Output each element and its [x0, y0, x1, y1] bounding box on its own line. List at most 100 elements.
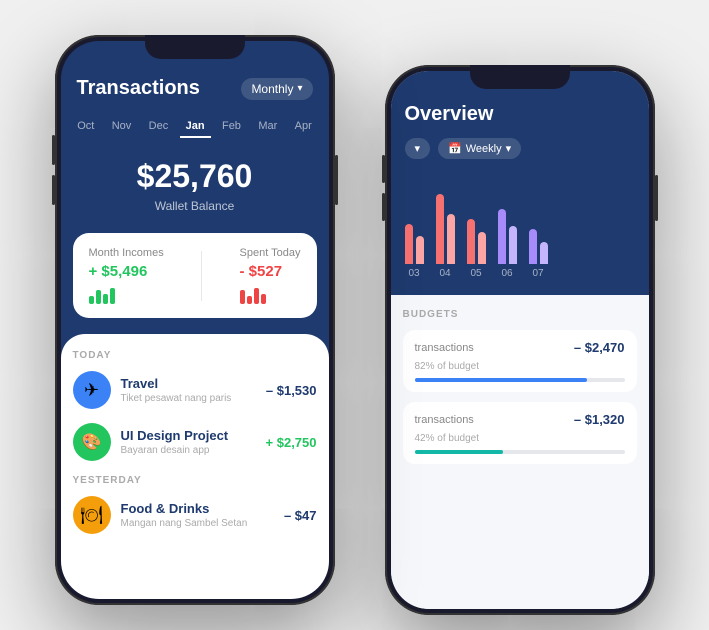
bar-07-b: [540, 242, 548, 264]
bar1: [89, 296, 94, 304]
budget-cat-2: transactions: [415, 414, 474, 426]
chart-group-04: 04: [436, 194, 455, 279]
left-notch: [145, 35, 245, 59]
bar3: [103, 294, 108, 304]
transaction-travel: ✈ Travel Tiket pesawat nang paris – $1,5…: [73, 371, 317, 409]
yesterday-label: YESTERDAY: [73, 475, 317, 486]
design-amount: + $2,750: [266, 435, 317, 450]
chart-area: 03 04 05: [391, 175, 649, 295]
chevron-down-icon2: ▾: [506, 142, 512, 155]
left-content: Transactions Monthly ▾ Oct Nov Dec Jan F…: [61, 41, 329, 599]
tab-oct[interactable]: Oct: [71, 116, 100, 138]
food-icon: 🍽: [73, 496, 111, 534]
today-label: TODAY: [73, 350, 317, 361]
calendar-icon: 📅: [448, 142, 462, 155]
bars-06: [498, 209, 517, 264]
rbar3: [254, 288, 259, 304]
travel-info: Travel Tiket pesawat nang paris: [121, 376, 256, 404]
stat-divider: [201, 251, 202, 301]
bar-03-a: [405, 224, 413, 264]
monthly-label: Monthly: [251, 82, 293, 96]
transaction-food: 🍽 Food & Drinks Mangan nang Sambel Setan…: [73, 496, 317, 534]
progress-fill-1: [415, 378, 587, 382]
food-name: Food & Drinks: [121, 501, 274, 516]
income-label: Month Incomes: [89, 247, 164, 259]
food-amount: – $47: [284, 508, 317, 523]
label-03: 03: [408, 268, 419, 279]
progress-bar-2: [415, 450, 625, 454]
design-sub: Bayaran desain app: [121, 445, 256, 456]
tab-dec[interactable]: Dec: [143, 116, 175, 138]
right-content: Overview ▾ 📅 Weekly ▾: [391, 71, 649, 609]
design-name: UI Design Project: [121, 428, 256, 443]
chart-group-07: 07: [529, 229, 548, 279]
design-icon: 🎨: [73, 423, 111, 461]
tab-mar[interactable]: Mar: [252, 116, 283, 138]
travel-sub: Tiket pesawat nang paris: [121, 393, 256, 404]
budget-row-2: transactions – $1,320: [415, 412, 625, 427]
expense-chart-icon: [240, 288, 301, 304]
travel-icon: ✈: [73, 371, 111, 409]
left-phone: Transactions Monthly ▾ Oct Nov Dec Jan F…: [55, 35, 335, 605]
right-phone-screen: Overview ▾ 📅 Weekly ▾: [391, 71, 649, 609]
balance-label: Wallet Balance: [77, 199, 313, 213]
transactions-list: TODAY ✈ Travel Tiket pesawat nang paris …: [61, 334, 329, 599]
budget-amount-1: – $2,470: [574, 340, 625, 355]
travel-amount: – $1,530: [266, 383, 317, 398]
bars-07: [529, 229, 548, 264]
budget-pct-2: 42% of budget: [415, 433, 480, 444]
monthly-button[interactable]: Monthly ▾: [241, 78, 312, 100]
rbar1: [240, 290, 245, 304]
chart-group-06: 06: [498, 209, 517, 279]
income-chart-icon: [89, 288, 164, 304]
stats-card: Month Incomes + $5,496 Spent Today - $52…: [73, 233, 317, 318]
chevron-down-icon: ▾: [297, 83, 302, 94]
label-04: 04: [439, 268, 450, 279]
food-info: Food & Drinks Mangan nang Sambel Setan: [121, 501, 274, 529]
right-notch: [470, 65, 570, 89]
tab-jan[interactable]: Jan: [180, 116, 211, 138]
bar-06-b: [509, 226, 517, 264]
budget-pct-row-2: 42% of budget: [415, 433, 625, 444]
bar2: [96, 290, 101, 304]
income-value: + $5,496: [89, 263, 164, 280]
label-05: 05: [470, 268, 481, 279]
right-bottom: BUDGETS transactions – $2,470 82% of bud…: [391, 295, 649, 609]
bar-07-a: [529, 229, 537, 264]
transactions-title: Transactions: [77, 77, 200, 100]
budget-cat-1: transactions: [415, 342, 474, 354]
chart-group-03: 03: [405, 224, 424, 279]
budget-item-2: transactions – $1,320 42% of budget: [403, 402, 637, 464]
month-tabs: Oct Nov Dec Jan Feb Mar Apr: [61, 112, 329, 142]
weekly-label: Weekly: [466, 143, 502, 155]
left-vol-down: [52, 175, 55, 205]
budget-amount-2: – $1,320: [574, 412, 625, 427]
filter-dropdown[interactable]: ▾: [405, 138, 431, 159]
left-vol-up: [52, 135, 55, 165]
filter-row: ▾ 📅 Weekly ▾: [405, 138, 635, 159]
travel-name: Travel: [121, 376, 256, 391]
tab-feb[interactable]: Feb: [216, 116, 247, 138]
budget-row-1: transactions – $2,470: [415, 340, 625, 355]
phones-container: Transactions Monthly ▾ Oct Nov Dec Jan F…: [35, 15, 675, 615]
bar-03-b: [416, 236, 424, 264]
income-stat: Month Incomes + $5,496: [89, 247, 164, 304]
rbar4: [261, 294, 266, 304]
left-power: [335, 155, 338, 205]
right-power: [655, 175, 658, 221]
weekly-filter[interactable]: 📅 Weekly ▾: [438, 138, 521, 159]
overview-title: Overview: [405, 103, 635, 126]
progress-bar-1: [415, 378, 625, 382]
design-info: UI Design Project Bayaran desain app: [121, 428, 256, 456]
bars-03: [405, 224, 424, 264]
tab-apr[interactable]: Apr: [289, 116, 318, 138]
bars-04: [436, 194, 455, 264]
left-phone-screen: Transactions Monthly ▾ Oct Nov Dec Jan F…: [61, 41, 329, 599]
budget-label: BUDGETS: [403, 309, 637, 320]
label-07: 07: [532, 268, 543, 279]
expense-stat: Spent Today - $527: [240, 247, 301, 304]
tab-nov[interactable]: Nov: [106, 116, 138, 138]
bar-04-a: [436, 194, 444, 264]
bar-05-a: [467, 219, 475, 264]
label-06: 06: [501, 268, 512, 279]
